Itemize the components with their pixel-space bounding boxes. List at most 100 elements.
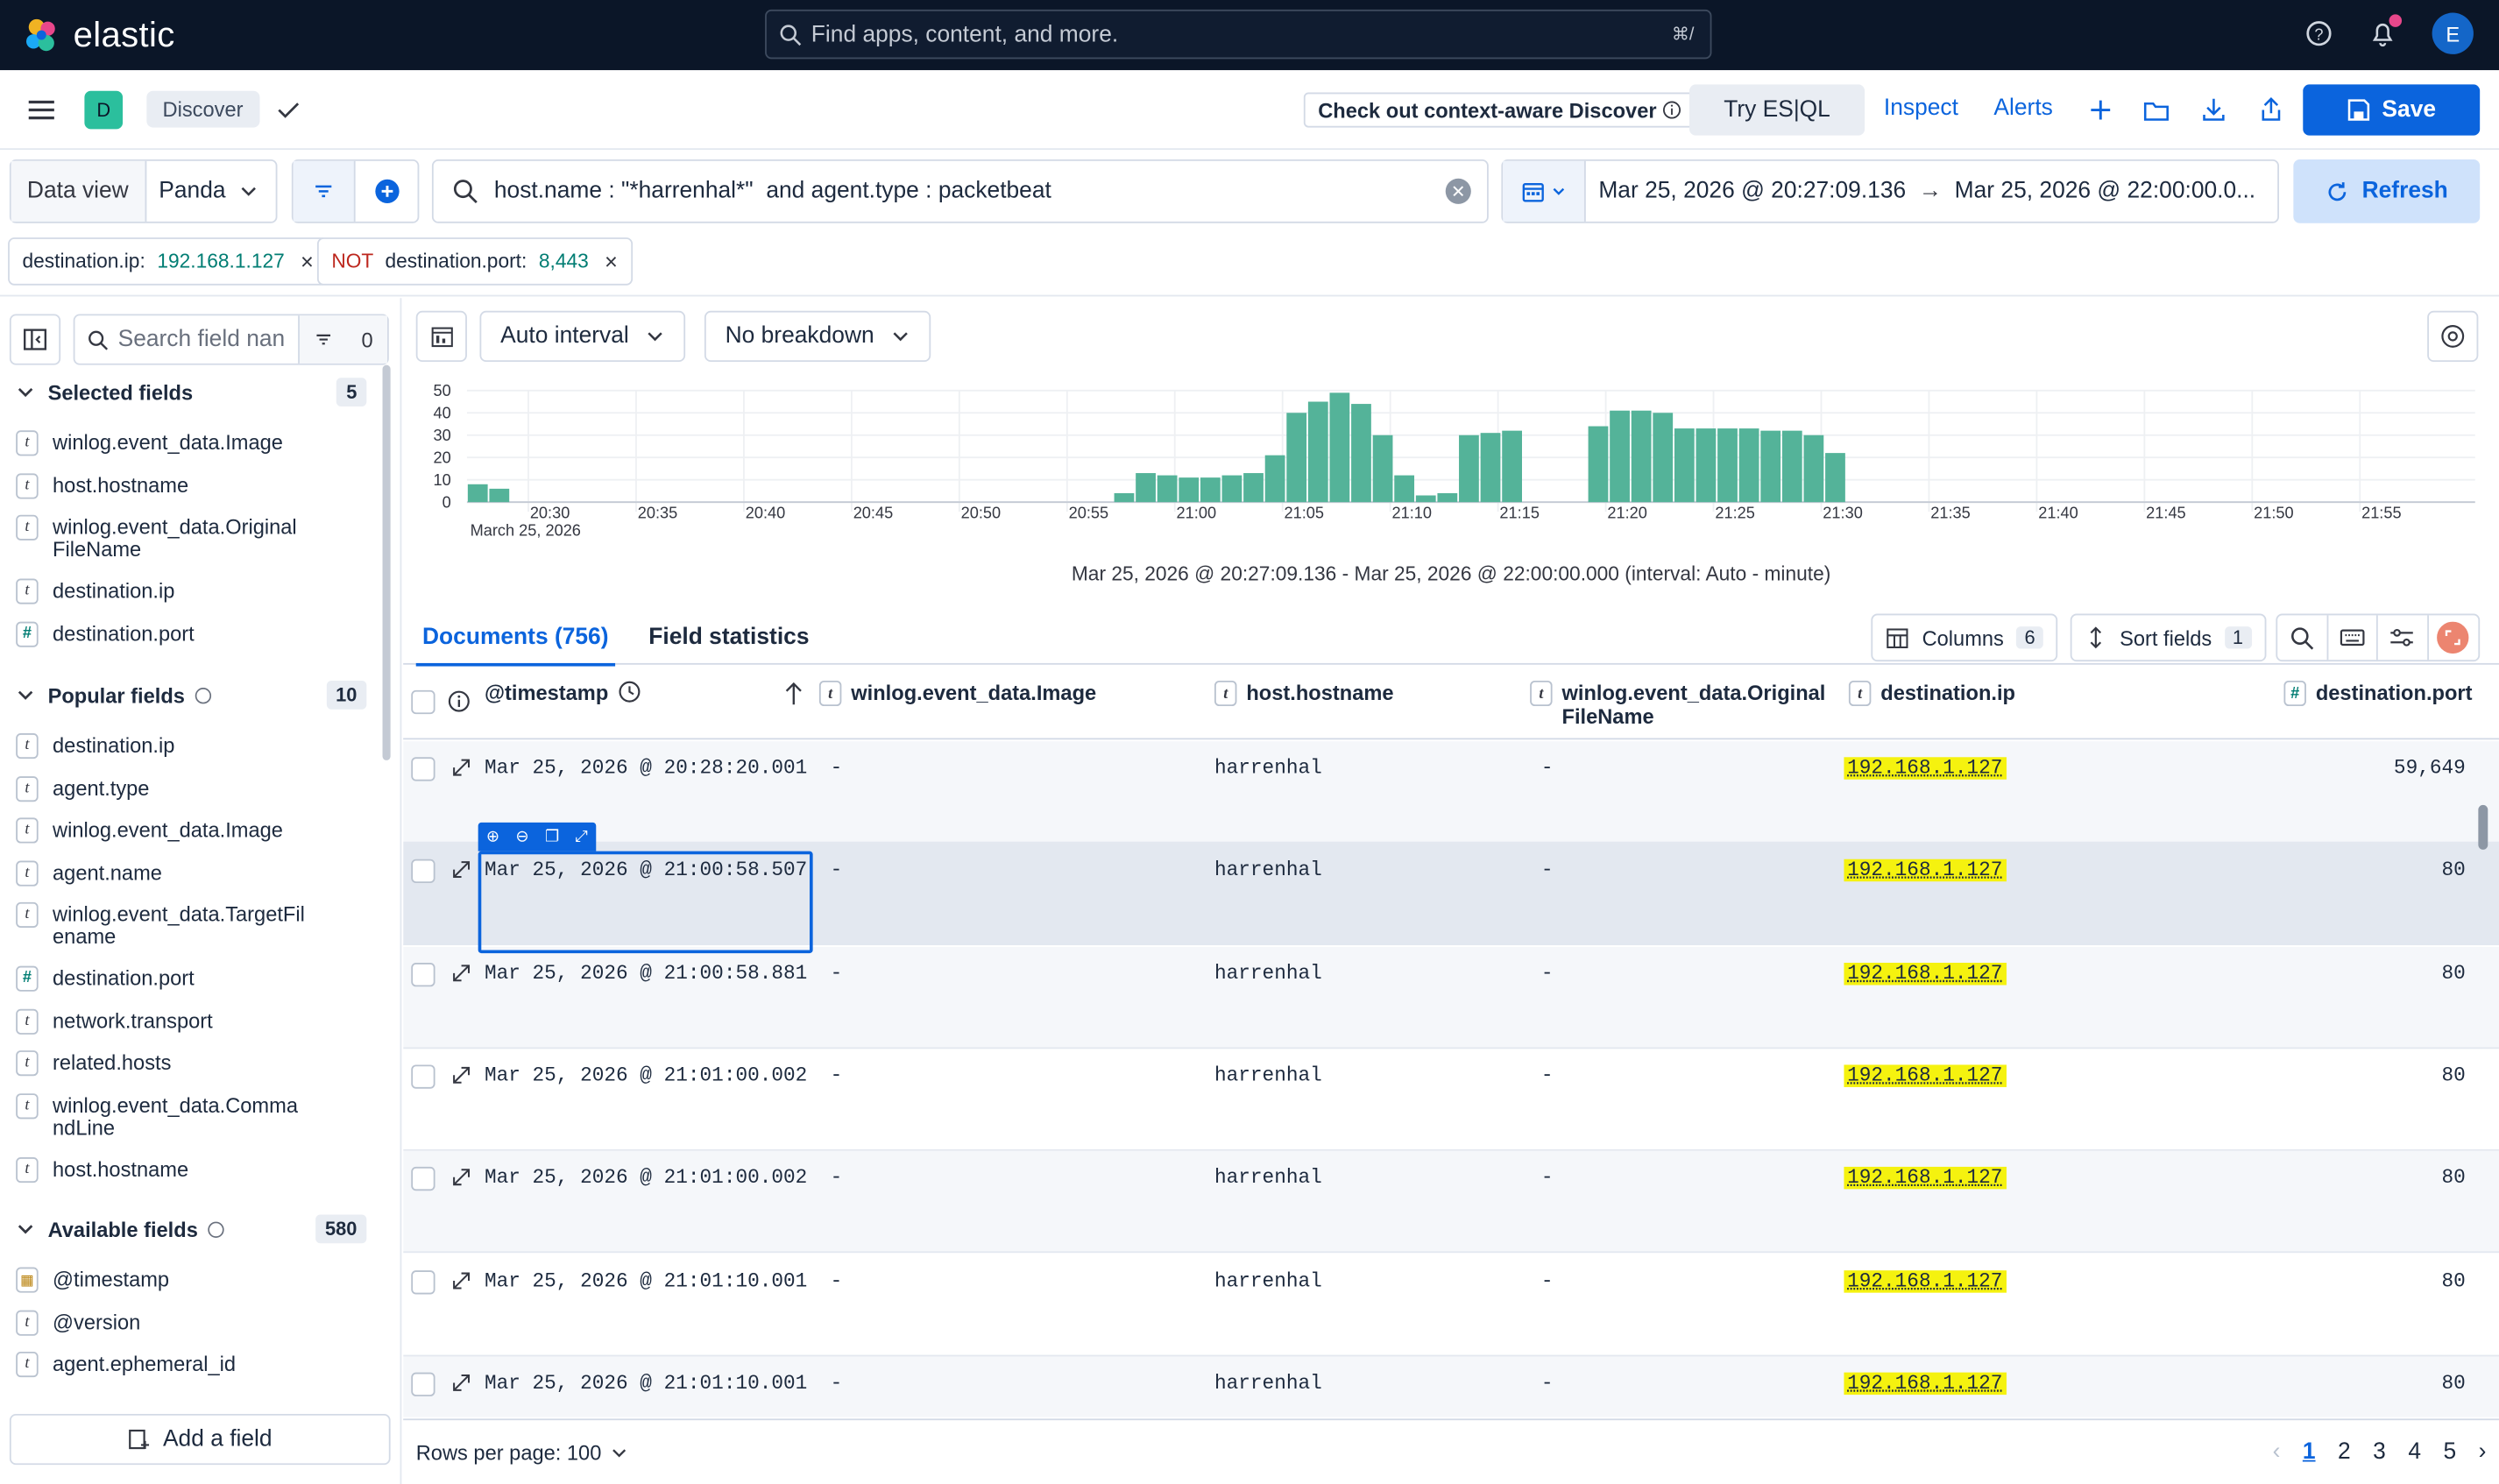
cell-hostname[interactable]: harrenhal [1214,1269,1322,1291]
column-header-image[interactable]: t winlog.event_data.Image [818,680,1096,707]
focused-cell[interactable] [478,851,813,954]
fullscreen-button[interactable] [2428,615,2478,660]
field-item[interactable]: t @version [16,1309,366,1335]
field-item[interactable]: # destination.port [16,965,366,992]
row-checkbox[interactable] [411,962,435,986]
new-search-icon[interactable] [2086,95,2115,124]
inspect-link[interactable]: Inspect [1884,95,1958,121]
available-fields-header[interactable]: Available fields 580 [16,1214,367,1244]
row-checkbox[interactable] [411,1372,435,1396]
table-row[interactable]: Mar 25, 2026 @ 21:01:00.002 - harrenhal - 19… [403,1151,2499,1254]
cell-hostname[interactable]: harrenhal [1214,859,1322,881]
clear-query-icon[interactable]: ✕ [1445,178,1471,204]
page-4[interactable]: 4 [2408,1439,2421,1465]
field-item[interactable]: t agent.name [16,859,366,886]
page-2[interactable]: 2 [2338,1439,2351,1465]
cell-original-filename[interactable]: - [1541,757,1554,779]
breakdown-select[interactable]: No breakdown [704,310,931,363]
cell-destination-ip[interactable]: 192.168.1.127 [1844,1064,2007,1087]
open-folder-icon[interactable] [2142,95,2171,124]
page-3[interactable]: 3 [2373,1439,2386,1465]
cell-actions-bar[interactable]: ⊕ ⊖ ❐ ⤢ [478,822,597,852]
cell-image[interactable]: - [831,859,843,881]
close-icon[interactable]: × [301,249,314,274]
expand-row-icon[interactable] [451,1372,472,1393]
expand-row-icon[interactable] [451,1064,472,1085]
field-search-input[interactable]: Search field nan 0 [73,314,389,365]
cell-destination-ip[interactable]: 192.168.1.127 [1844,1167,2007,1190]
cell-destination-ip[interactable]: 192.168.1.127 [1844,757,2007,780]
field-item[interactable]: t destination.ip [16,732,366,760]
selected-fields-header[interactable]: Selected fields 5 [16,378,367,406]
table-row[interactable]: Mar 25, 2026 @ 21:01:00.002 - harrenhal - 19… [403,1049,2499,1151]
field-item[interactable]: t winlog.event_data.OriginalFileName [16,514,366,562]
cell-hostname[interactable]: harrenhal [1214,962,1322,984]
table-row[interactable]: Mar 25, 2026 @ 21:00:58.881 - harrenhal - 19… [403,946,2499,1049]
close-icon[interactable]: × [605,249,618,274]
cell-destination-ip[interactable]: 192.168.1.127 [1844,962,2007,985]
field-item[interactable]: t destination.ip [16,578,366,604]
field-item[interactable]: t related.hosts [16,1050,366,1077]
sort-fields-button[interactable]: Sort fields 1 [2070,613,2266,662]
sort-ascending-icon[interactable] [782,681,804,706]
user-avatar[interactable]: E [2432,12,2474,54]
cell-original-filename[interactable]: - [1541,1372,1554,1394]
field-item[interactable]: t network.transport [16,1007,366,1034]
cell-timestamp[interactable]: Mar 25, 2026 @ 20:28:20.001 [485,757,807,779]
row-checkbox[interactable] [411,859,435,884]
row-checkbox[interactable] [411,1064,435,1089]
cell-destination-ip[interactable]: 192.168.1.127 [1844,1372,2007,1395]
field-item[interactable]: t winlog.event_data.CommandLine [16,1092,366,1139]
refresh-button[interactable]: Refresh [2293,159,2481,223]
filter-out-icon[interactable]: ⊖ [515,828,528,845]
expand-row-icon[interactable] [451,1167,472,1188]
popular-fields-header[interactable]: Popular fields 10 [16,680,367,710]
cell-destination-port[interactable]: 59,649 [2394,757,2466,779]
filter-pill[interactable]: destination.ip: 192.168.1.127 × [8,237,329,286]
info-icon[interactable] [448,690,470,712]
download-icon[interactable] [2199,95,2228,124]
field-item[interactable]: t winlog.event_data.Image [16,430,366,456]
column-header-timestamp[interactable]: @timestamp [485,681,641,704]
add-field-button[interactable]: Add a field [9,1413,391,1466]
cell-destination-port[interactable]: 80 [2441,1167,2465,1189]
kql-query-input[interactable]: host.name : "*harrenhal*" and agent.type… [431,159,1489,223]
table-row[interactable]: Mar 25, 2026 @ 20:28:20.001 - harrenhal - 19… [403,741,2499,844]
expand-row-icon[interactable] [451,962,472,983]
toggle-chart-button[interactable] [415,310,467,363]
row-checkbox[interactable] [411,757,435,781]
cell-hostname[interactable]: harrenhal [1214,1167,1322,1189]
field-item[interactable]: t host.hostname [16,1156,366,1183]
field-type-filter-button[interactable]: 0 [298,315,387,364]
breadcrumb[interactable]: Discover [146,90,259,128]
start-date[interactable]: Mar 25, 2026 @ 20:27:09.136 [1598,179,1906,204]
cell-hostname[interactable]: harrenhal [1214,1064,1322,1086]
sidebar-scrollbar[interactable] [382,364,391,760]
cell-original-filename[interactable]: - [1541,859,1554,881]
field-item[interactable]: # destination.port [16,620,366,647]
field-item[interactable]: t agent.type [16,775,366,802]
cell-timestamp[interactable]: Mar 25, 2026 @ 21:01:10.001 [485,1372,807,1394]
columns-button[interactable]: Columns 6 [1871,613,2058,662]
try-esql-button[interactable]: Try ES|QL [1689,84,1865,136]
cell-original-filename[interactable]: - [1541,1167,1554,1189]
cell-destination-port[interactable]: 80 [2441,1372,2465,1394]
expand-cell-icon[interactable]: ⤢ [576,828,589,845]
cell-image[interactable]: - [831,1167,843,1189]
tab-documents[interactable]: Documents (756) [415,625,615,667]
expand-row-icon[interactable] [451,757,472,778]
cell-destination-port[interactable]: 80 [2441,1269,2465,1291]
grid-search-button[interactable] [2277,615,2328,661]
elastic-logo[interactable]: elastic [22,14,174,55]
collapse-sidebar-button[interactable] [9,314,61,365]
end-date[interactable]: Mar 25, 2026 @ 22:00:00.0... [1955,179,2255,204]
display-settings-button[interactable] [2378,615,2429,661]
row-checkbox[interactable] [411,1269,435,1294]
column-header-destination-ip[interactable]: t destination.ip [1848,680,2015,707]
expand-row-icon[interactable] [451,859,472,880]
cell-hostname[interactable]: harrenhal [1214,1372,1322,1394]
cell-timestamp[interactable]: Mar 25, 2026 @ 21:00:58.881 [485,962,807,984]
share-icon[interactable] [2257,95,2286,124]
field-item[interactable]: t winlog.event_data.Image [16,817,366,844]
field-item[interactable]: t host.hostname [16,472,366,498]
